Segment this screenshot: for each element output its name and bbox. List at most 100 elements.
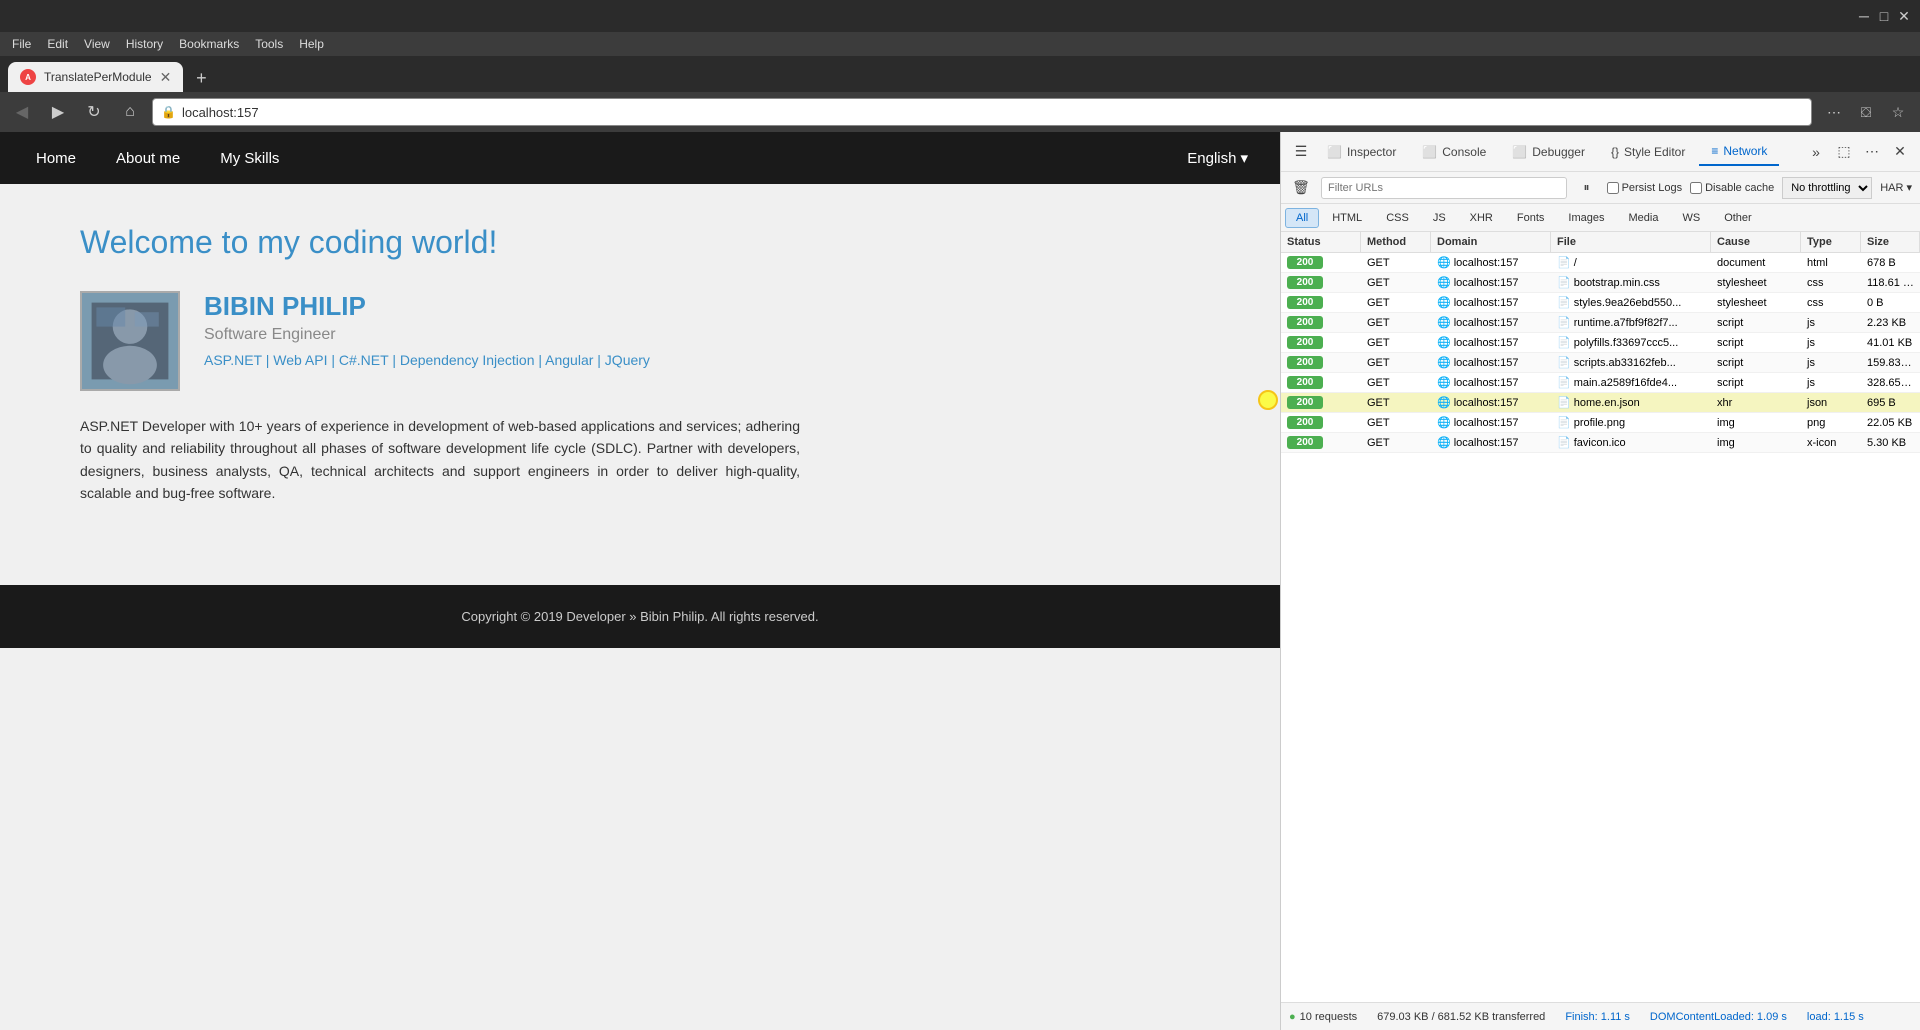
- devtools-extra-button[interactable]: ⋯: [1860, 140, 1884, 164]
- pocket-button[interactable]: ⛋: [1852, 98, 1880, 126]
- cell-size: 118.61 KB: [1861, 274, 1920, 292]
- inspector-label: Inspector: [1347, 145, 1396, 159]
- devtools-dock-button[interactable]: ⬚: [1832, 140, 1856, 164]
- pause-recording-button[interactable]: ⏸: [1575, 176, 1599, 200]
- home-button[interactable]: ⌂: [116, 98, 144, 126]
- cell-file: 📄home.en.json: [1551, 393, 1711, 412]
- filter-all[interactable]: All: [1285, 208, 1319, 228]
- cell-method: GET: [1361, 414, 1431, 432]
- profile-skills: ASP.NET | Web API | C#.NET | Dependency …: [204, 352, 650, 368]
- more-button[interactable]: ⋯: [1820, 98, 1848, 126]
- filter-js[interactable]: JS: [1422, 208, 1457, 228]
- filter-xhr[interactable]: XHR: [1459, 208, 1504, 228]
- browser-tab-active[interactable]: A TranslatePerModule ✕: [8, 62, 183, 92]
- table-row[interactable]: 200 GET 🌐localhost:157 📄main.a2589f16fde…: [1281, 373, 1920, 393]
- filter-urls-input[interactable]: [1321, 177, 1567, 199]
- tab-console[interactable]: ⬜ Console: [1410, 139, 1498, 165]
- persist-logs-label[interactable]: Persist Logs: [1607, 182, 1683, 194]
- profile-bio: ASP.NET Developer with 10+ years of expe…: [80, 415, 800, 505]
- cell-cause: script: [1711, 314, 1801, 332]
- filter-ws[interactable]: WS: [1671, 208, 1711, 228]
- page-title: Welcome to my coding world!: [80, 224, 800, 261]
- spinner-icon: ●: [1289, 1011, 1296, 1023]
- filter-css[interactable]: CSS: [1375, 208, 1420, 228]
- file-icon: 📄: [1557, 437, 1571, 449]
- nav-home[interactable]: Home: [16, 134, 96, 183]
- table-row[interactable]: 200 GET 🌐localhost:157 📄favicon.ico img …: [1281, 433, 1920, 453]
- devtools-more-button[interactable]: »: [1804, 140, 1828, 164]
- secure-icon: 🔒: [161, 105, 176, 119]
- col-header-method: Method: [1361, 232, 1431, 252]
- cell-status: 200: [1281, 333, 1361, 352]
- url-bar[interactable]: 🔒 localhost:157: [152, 98, 1812, 126]
- cell-type: js: [1801, 354, 1861, 372]
- cell-cause: script: [1711, 334, 1801, 352]
- language-dropdown[interactable]: English ▾: [1171, 137, 1264, 179]
- network-label: Network: [1723, 144, 1767, 158]
- debugger-icon: ⬜: [1512, 145, 1527, 159]
- new-tab-button[interactable]: +: [187, 64, 215, 92]
- clear-network-button[interactable]: 🗑: [1289, 176, 1313, 200]
- nav-about[interactable]: About me: [96, 134, 200, 183]
- reload-button[interactable]: ↻: [80, 98, 108, 126]
- disable-cache-checkbox[interactable]: [1690, 182, 1702, 194]
- finish-time: Finish: 1.11 s: [1565, 1011, 1630, 1023]
- tab-inspector[interactable]: ⬜ Inspector: [1315, 139, 1408, 165]
- filter-images[interactable]: Images: [1557, 208, 1615, 228]
- cell-file: 📄/: [1551, 253, 1711, 272]
- cell-cause: script: [1711, 374, 1801, 392]
- menu-view[interactable]: View: [76, 35, 118, 53]
- cell-size: 328.65 KB: [1861, 374, 1920, 392]
- cell-method: GET: [1361, 254, 1431, 272]
- devtools-options-button[interactable]: ☰: [1289, 140, 1313, 164]
- cell-domain: 🌐localhost:157: [1431, 313, 1551, 332]
- forward-button[interactable]: ▶: [44, 98, 72, 126]
- close-button[interactable]: ✕: [1896, 8, 1912, 24]
- menu-bar: File Edit View History Bookmarks Tools H…: [0, 32, 1920, 56]
- col-header-size: Size: [1861, 232, 1920, 252]
- browser-actions: ⋯ ⛋ ☆: [1820, 98, 1912, 126]
- table-row[interactable]: 200 GET 🌐localhost:157 📄home.en.json xhr…: [1281, 393, 1920, 413]
- filter-media[interactable]: Media: [1617, 208, 1669, 228]
- bookmark-button[interactable]: ☆: [1884, 98, 1912, 126]
- tab-style-editor[interactable]: {} Style Editor: [1599, 139, 1697, 165]
- status-badge: 200: [1287, 356, 1323, 369]
- col-header-domain: Domain: [1431, 232, 1551, 252]
- table-row[interactable]: 200 GET 🌐localhost:157 📄/ document html …: [1281, 253, 1920, 273]
- har-button[interactable]: HAR ▾: [1880, 181, 1912, 194]
- back-button[interactable]: ◀: [8, 98, 36, 126]
- table-row[interactable]: 200 GET 🌐localhost:157 📄scripts.ab33162f…: [1281, 353, 1920, 373]
- menu-edit[interactable]: Edit: [39, 35, 76, 53]
- minimize-button[interactable]: ─: [1856, 8, 1872, 24]
- menu-file[interactable]: File: [4, 35, 39, 53]
- profile-info: BIBIN PHILIP Software Engineer ASP.NET |…: [204, 291, 650, 368]
- table-row[interactable]: 200 GET 🌐localhost:157 📄runtime.a7fbf9f8…: [1281, 313, 1920, 333]
- menu-bookmarks[interactable]: Bookmarks: [171, 35, 247, 53]
- cell-size: 0 B: [1861, 294, 1920, 312]
- persist-logs-checkbox[interactable]: [1607, 182, 1619, 194]
- table-row[interactable]: 200 GET 🌐localhost:157 📄polyfills.f33697…: [1281, 333, 1920, 353]
- menu-history[interactable]: History: [118, 35, 171, 53]
- cell-file: 📄polyfills.f33697ccc5...: [1551, 333, 1711, 352]
- browser-chrome: ─ □ ✕ File Edit View History Bookmarks T…: [0, 0, 1920, 132]
- throttle-select[interactable]: No throttling: [1782, 177, 1872, 199]
- table-row[interactable]: 200 GET 🌐localhost:157 📄profile.png img …: [1281, 413, 1920, 433]
- tab-close-button[interactable]: ✕: [160, 69, 172, 86]
- devtools-close-button[interactable]: ✕: [1888, 140, 1912, 164]
- col-header-cause: Cause: [1711, 232, 1801, 252]
- tab-debugger[interactable]: ⬜ Debugger: [1500, 139, 1597, 165]
- table-row[interactable]: 200 GET 🌐localhost:157 📄styles.9ea26ebd5…: [1281, 293, 1920, 313]
- tab-network[interactable]: ≡ Network: [1699, 138, 1779, 166]
- filter-html[interactable]: HTML: [1321, 208, 1373, 228]
- disable-cache-label[interactable]: Disable cache: [1690, 182, 1774, 194]
- filter-fonts[interactable]: Fonts: [1506, 208, 1556, 228]
- nav-skills[interactable]: My Skills: [200, 134, 299, 183]
- menu-help[interactable]: Help: [291, 35, 332, 53]
- table-row[interactable]: 200 GET 🌐localhost:157 📄bootstrap.min.cs…: [1281, 273, 1920, 293]
- profile-title: Software Engineer: [204, 326, 650, 344]
- menu-tools[interactable]: Tools: [247, 35, 291, 53]
- site-navigation: Home About me My Skills English ▾: [0, 132, 1280, 184]
- maximize-button[interactable]: □: [1876, 8, 1892, 24]
- cell-domain: 🌐localhost:157: [1431, 353, 1551, 372]
- filter-other[interactable]: Other: [1713, 208, 1763, 228]
